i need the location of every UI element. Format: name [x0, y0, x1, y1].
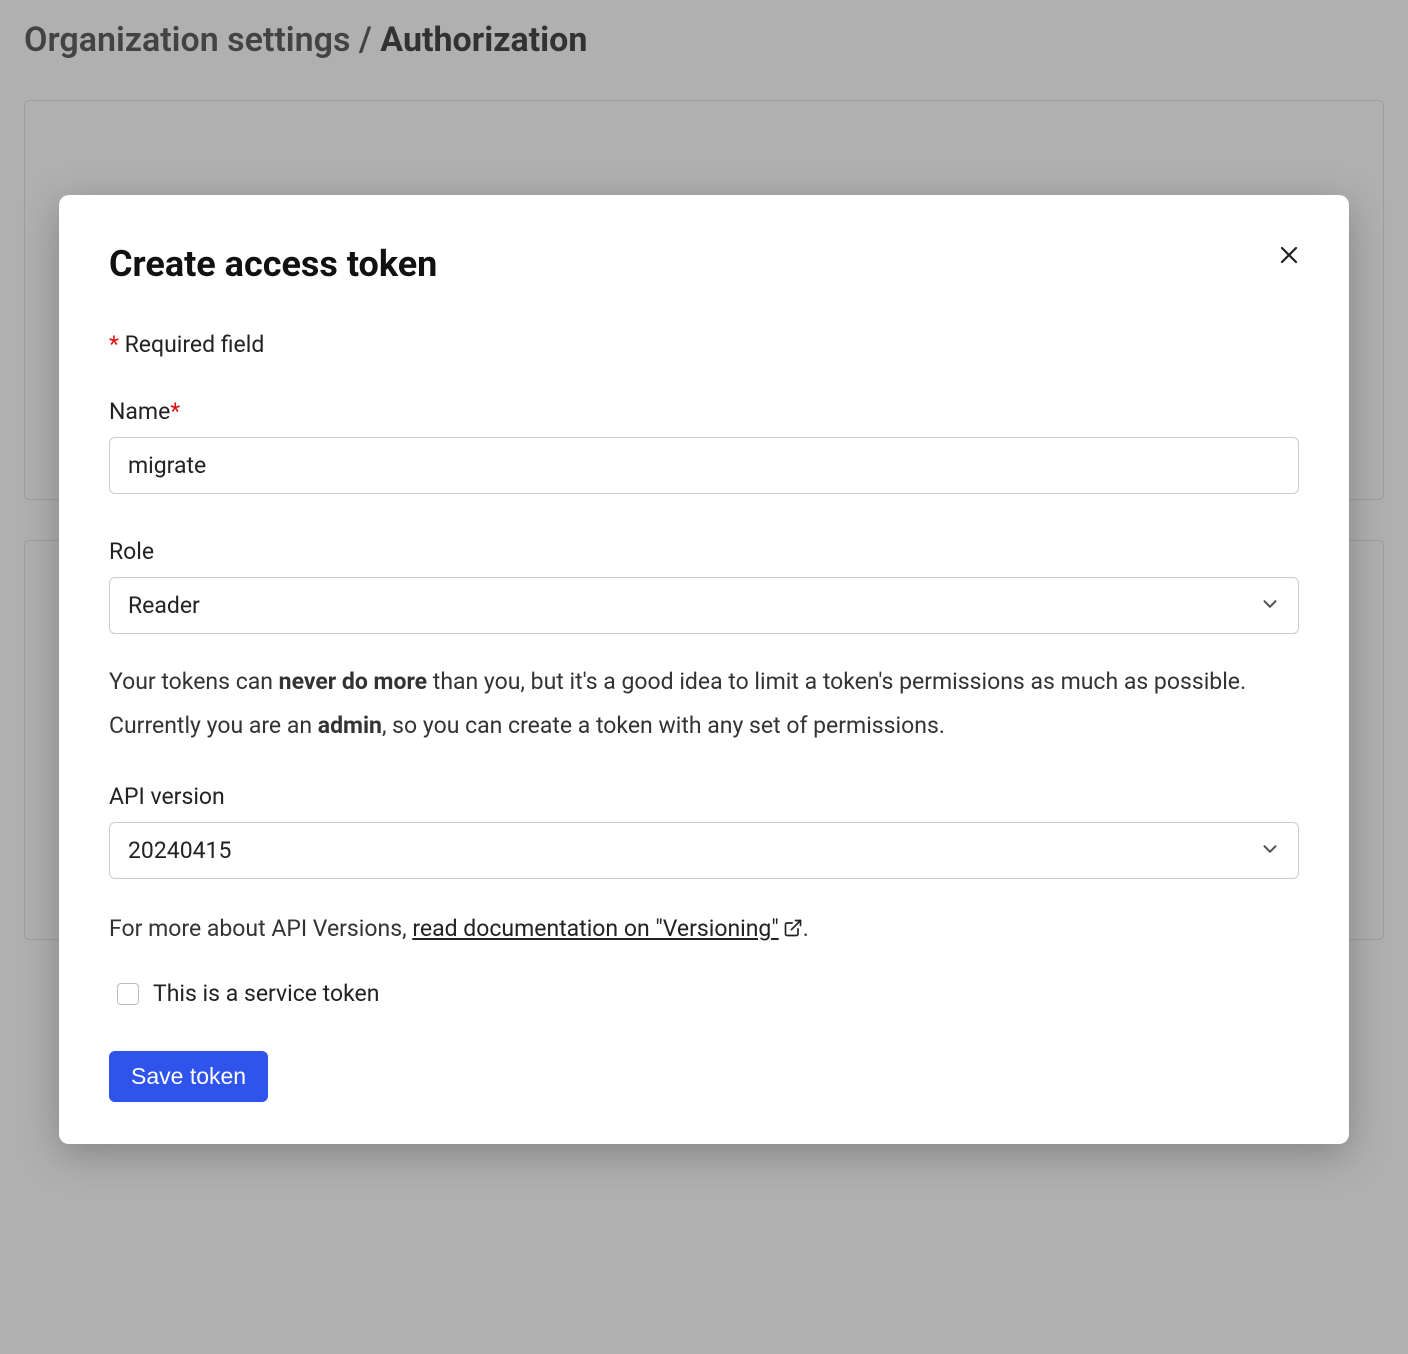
required-field-note: * Required field — [109, 331, 1299, 358]
role-label: Role — [109, 538, 1299, 565]
external-link-icon — [783, 917, 803, 944]
required-asterisk: * — [109, 331, 119, 358]
role-select-value[interactable]: Reader — [109, 577, 1299, 634]
service-token-row: This is a service token — [117, 980, 1299, 1007]
api-version-doc-note: For more about API Versions, read docume… — [109, 915, 1299, 944]
role-field-group: Role Reader — [109, 538, 1299, 634]
save-token-button[interactable]: Save token — [109, 1051, 268, 1102]
api-version-field-group: API version 20240415 — [109, 783, 1299, 879]
api-version-select-value[interactable]: 20240415 — [109, 822, 1299, 879]
name-input[interactable] — [109, 437, 1299, 494]
role-select[interactable]: Reader — [109, 577, 1299, 634]
versioning-doc-link[interactable]: read documentation on "Versioning" — [412, 915, 802, 942]
name-label: Name* — [109, 398, 1299, 425]
create-token-modal: Create access token * Required field Nam… — [59, 195, 1349, 1144]
close-icon — [1277, 255, 1301, 270]
role-help-text: Your tokens can never do more than you, … — [109, 664, 1299, 743]
modal-overlay[interactable]: Create access token * Required field Nam… — [0, 0, 1408, 1354]
service-token-label: This is a service token — [153, 980, 379, 1007]
name-field-group: Name* — [109, 398, 1299, 494]
modal-title: Create access token — [109, 243, 1299, 285]
close-button[interactable] — [1273, 239, 1305, 274]
service-token-checkbox[interactable] — [117, 983, 139, 1005]
api-version-select[interactable]: 20240415 — [109, 822, 1299, 879]
required-asterisk: * — [170, 398, 180, 425]
api-version-label: API version — [109, 783, 1299, 810]
